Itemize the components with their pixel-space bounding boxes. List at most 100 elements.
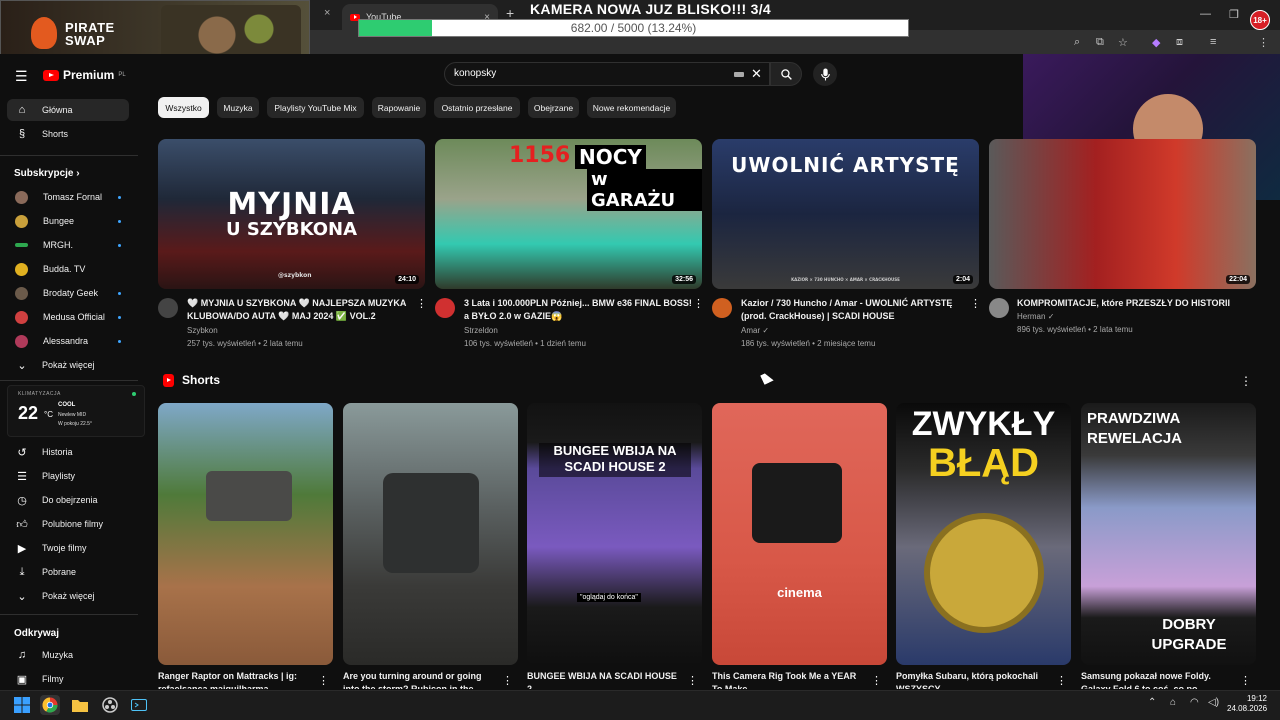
sidebar-item-films[interactable]: ▣ Filmy bbox=[7, 668, 129, 690]
short-title[interactable]: This Camera Rig Took Me a YEAR To Make bbox=[712, 670, 862, 689]
sidebar-sub-item[interactable]: Alessandra bbox=[7, 330, 129, 352]
windows-start-icon[interactable] bbox=[12, 695, 32, 715]
sidebar-sub-item[interactable]: Brodaty Geek bbox=[7, 282, 129, 304]
sidebar-sub-item[interactable]: Tomasz Fornal bbox=[7, 186, 129, 208]
short-menu-icon[interactable]: ⋮ bbox=[1056, 674, 1067, 687]
sidebar-item-history[interactable]: ↺ Historia bbox=[7, 441, 129, 463]
channel-name[interactable]: Amar ✓ bbox=[741, 326, 769, 335]
short-menu-icon[interactable]: ⋮ bbox=[318, 674, 329, 687]
subscriptions-heading[interactable]: Subskrypcje › bbox=[14, 168, 80, 179]
sidebar-sub-item[interactable]: Bungee bbox=[7, 210, 129, 232]
shorts-menu-icon[interactable]: ⋮ bbox=[1240, 374, 1252, 388]
network-icon[interactable]: ⌂ bbox=[1170, 697, 1176, 708]
extension-icon[interactable]: ◆ bbox=[1152, 36, 1160, 49]
keyboard-icon[interactable] bbox=[734, 72, 744, 77]
sidebar-item-playlists[interactable]: ☰ Playlisty bbox=[7, 465, 129, 487]
video-menu-icon[interactable]: ⋮ bbox=[970, 297, 981, 310]
video-thumbnail[interactable]: MYJNIA U SZYBKONA @szybkon 24:10 bbox=[158, 139, 425, 289]
chip-rap[interactable]: Rapowanie bbox=[372, 97, 426, 118]
minimize-icon[interactable]: — bbox=[1200, 8, 1211, 20]
chip-music[interactable]: Muzyka bbox=[217, 97, 259, 118]
obs-taskbar-icon[interactable] bbox=[100, 695, 120, 715]
channel-name[interactable]: Herman ✓ bbox=[1017, 312, 1054, 321]
sidebar-item-home[interactable]: ⌂ Główna bbox=[7, 99, 129, 121]
duration-badge: 32:56 bbox=[672, 275, 696, 284]
chip-new-recommendations[interactable]: Nowe rekomendacje bbox=[587, 97, 676, 118]
browser-menu-icon[interactable]: ⋮ bbox=[1258, 36, 1269, 49]
channel-name[interactable]: Szybkon bbox=[187, 326, 218, 335]
short-thumbnail[interactable]: ZWYKŁY BŁĄD bbox=[896, 403, 1071, 665]
short-title[interactable]: Ranger Raptor on Mattracks | ig: refaels… bbox=[158, 670, 308, 689]
climate-room-temp: W pokoju 22.5° bbox=[58, 421, 92, 427]
short-title[interactable]: Pomyłka Subaru, którą pokochali WSZYSCY bbox=[896, 670, 1046, 689]
chip-recent[interactable]: Ostatnio przesłane bbox=[434, 97, 520, 118]
short-title[interactable]: BUNGEE WBIJA NA SCADI HOUSE 2 bbox=[527, 670, 677, 689]
logo-country: PL bbox=[118, 72, 126, 78]
video-title[interactable]: KOMPROMITACJE, które PRZESZŁY DO HISTORI… bbox=[1017, 297, 1245, 310]
sidebar-item-label: Pokaż więcej bbox=[42, 360, 95, 370]
reading-list-icon[interactable]: ≡ bbox=[1210, 36, 1216, 48]
sidebar-item-your-videos[interactable]: ▶ Twoje filmy bbox=[7, 537, 129, 559]
video-menu-icon[interactable]: ⋮ bbox=[416, 297, 427, 310]
short-thumbnail[interactable]: BUNGEE WBIJA NA SCADI HOUSE 2 "oglądaj d… bbox=[527, 403, 702, 665]
tray-chevron-icon[interactable]: ⌃ bbox=[1148, 697, 1156, 708]
prev-tab-close-icon[interactable]: × bbox=[324, 7, 330, 19]
sidebar-item-watch-later[interactable]: ◷ Do obejrzenia bbox=[7, 489, 129, 511]
short-menu-icon[interactable]: ⋮ bbox=[1240, 674, 1251, 687]
taskbar-clock[interactable]: 19:12 24.08.2026 bbox=[1227, 694, 1267, 714]
video-thumbnail[interactable]: 1156 NOCY w GARAŻU 32:56 bbox=[435, 139, 702, 289]
chevron-down-icon: ⌄ bbox=[17, 359, 27, 372]
sidebar-item-shorts[interactable]: § Shorts bbox=[7, 123, 129, 145]
sidebar-sub-item[interactable]: Medusa Official bbox=[7, 306, 129, 328]
cast-icon[interactable]: ⧉ bbox=[1096, 36, 1104, 49]
sidebar-item-label: Historia bbox=[42, 447, 73, 457]
avatar[interactable] bbox=[158, 298, 178, 318]
avatar[interactable] bbox=[712, 298, 732, 318]
sidebar-show-more[interactable]: ⌄ Pokaż więcej bbox=[7, 585, 129, 607]
clear-search-icon[interactable]: ✕ bbox=[751, 66, 762, 82]
video-title[interactable]: 🤍 MYJNIA U SZYBKONA 🤍 NAJLEPSZA MUZYKA K… bbox=[187, 297, 415, 323]
search-button[interactable] bbox=[770, 62, 802, 86]
youtube-logo[interactable]: Premium PL bbox=[43, 68, 126, 82]
wifi-icon[interactable]: ◠ bbox=[1190, 697, 1199, 708]
folder-icon bbox=[72, 700, 88, 712]
sidebar-show-more[interactable]: ⌄ Pokaż więcej bbox=[7, 354, 129, 376]
volume-icon[interactable]: ◁) bbox=[1208, 697, 1219, 708]
extensions-puzzle-icon[interactable]: ⧈ bbox=[1176, 36, 1183, 49]
sidebar-item-liked[interactable]: 👍︎ Polubione filmy bbox=[7, 513, 129, 535]
short-title[interactable]: Are you turning around or going into the… bbox=[343, 670, 493, 689]
video-menu-icon[interactable]: ⋮ bbox=[693, 297, 704, 310]
app-taskbar-icon[interactable] bbox=[129, 695, 149, 715]
chip-mix[interactable]: Playlisty YouTube Mix bbox=[267, 97, 364, 118]
sidebar-sub-item[interactable]: Budda. TV bbox=[7, 258, 129, 280]
video-title[interactable]: 3 Lata i 100.000PLN Później... BMW e36 F… bbox=[464, 297, 692, 323]
chip-watched[interactable]: Obejrzane bbox=[528, 97, 579, 118]
short-title[interactable]: Samsung pokazał nowe Foldy. Galaxy Fold … bbox=[1081, 670, 1231, 689]
menu-hamburger-icon[interactable]: ☰ bbox=[15, 68, 28, 85]
short-thumbnail[interactable] bbox=[343, 403, 518, 665]
video-thumbnail[interactable]: UWOLNIĆ ARTYSTĘ KAZIOR × 730 HUNCHO × AM… bbox=[712, 139, 979, 289]
sidebar-item-music[interactable]: ♫ Muzyka bbox=[7, 644, 129, 666]
file-explorer-icon[interactable] bbox=[70, 695, 90, 715]
video-title[interactable]: Kazior / 730 Huncho / Amar - UWOLNIĆ ART… bbox=[741, 297, 969, 323]
short-thumbnail[interactable]: cinema bbox=[712, 403, 887, 665]
short-menu-icon[interactable]: ⋮ bbox=[687, 674, 698, 687]
bookmark-star-icon[interactable]: ☆ bbox=[1118, 36, 1128, 49]
sidebar-item-downloads[interactable]: ⤓ Pobrane bbox=[7, 561, 129, 583]
video-thumbnail[interactable]: 22:04 bbox=[989, 139, 1256, 289]
chip-all[interactable]: Wszystko bbox=[158, 97, 209, 118]
channel-name[interactable]: Strzeldon bbox=[464, 326, 498, 335]
voice-search-button[interactable] bbox=[813, 62, 837, 86]
short-menu-icon[interactable]: ⋮ bbox=[502, 674, 513, 687]
maximize-icon[interactable]: ❐ bbox=[1229, 8, 1239, 21]
short-overlay-text: DOBRY UPGRADE bbox=[1151, 616, 1227, 653]
avatar[interactable] bbox=[435, 298, 455, 318]
zoom-icon[interactable]: ⌕ bbox=[1074, 36, 1080, 49]
short-overlay-text: PRAWDZIWA REWELACJA bbox=[1087, 410, 1183, 447]
chrome-taskbar-icon[interactable] bbox=[40, 695, 60, 715]
short-thumbnail[interactable] bbox=[158, 403, 333, 665]
sidebar-sub-item[interactable]: MRGH. bbox=[7, 234, 129, 256]
short-menu-icon[interactable]: ⋮ bbox=[871, 674, 882, 687]
short-thumbnail[interactable]: PRAWDZIWA REWELACJA DOBRY UPGRADE bbox=[1081, 403, 1256, 665]
avatar[interactable] bbox=[989, 298, 1009, 318]
